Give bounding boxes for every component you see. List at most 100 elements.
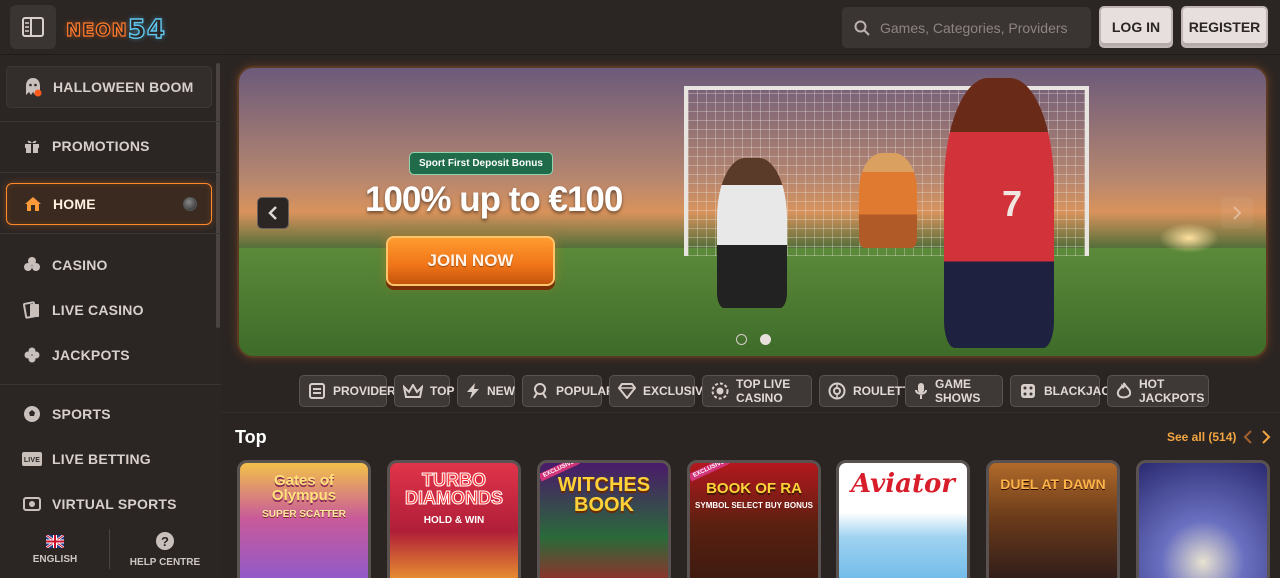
category-top[interactable]: TOP	[394, 375, 454, 407]
category-roulette[interactable]: ROULETTE	[819, 375, 918, 407]
sidebar-item-promotions[interactable]: PROMOTIONS	[6, 125, 212, 167]
logo-text: NEON	[65, 19, 128, 41]
game-title: BOOK OF RA	[706, 480, 802, 497]
search-icon	[854, 20, 870, 36]
live-icon: LIVE	[22, 449, 42, 469]
sidebar-item-label: LIVE BETTING	[52, 451, 151, 467]
category-label: NEW	[487, 384, 515, 398]
game-title: Gates of Olympus	[271, 472, 337, 504]
divider	[0, 233, 221, 234]
sidebar-footer: ENGLISH ? HELP CENTRE	[0, 521, 221, 578]
game-tile[interactable]: Gates of Olympus SUPER SCATTER	[237, 460, 371, 578]
sidebar: HALLOWEEN BOOM PROMOTIONS HOME CASINO LI…	[0, 55, 221, 578]
sidebar-item-casino[interactable]: CASINO	[6, 244, 212, 286]
category-game-shows[interactable]: GAME SHOWS	[905, 375, 1003, 407]
microphone-icon	[914, 382, 928, 400]
game-tile[interactable]: Aviator	[836, 460, 970, 578]
join-now-button[interactable]: JOIN NOW	[386, 236, 555, 286]
game-title: WITCHES BOOK	[557, 474, 651, 516]
sidebar-scrollbar[interactable]	[216, 63, 220, 328]
roulette-icon	[828, 382, 846, 400]
category-label: POPULAR	[556, 384, 615, 398]
chevron-left-icon	[268, 206, 277, 220]
see-all-link[interactable]: See all (514)	[1167, 430, 1236, 444]
banner-next-button[interactable]	[1221, 197, 1253, 229]
sidebar-item-halloween-boom[interactable]: HALLOWEEN BOOM	[6, 66, 212, 108]
category-top-live-casino[interactable]: TOP LIVE CASINO	[702, 375, 812, 407]
uk-flag-icon	[46, 534, 64, 548]
status-dot-icon	[183, 197, 197, 211]
sidebar-item-label: HOME	[53, 196, 96, 212]
category-label: GAME SHOWS	[935, 377, 981, 405]
category-label: TOP LIVE CASINO	[736, 377, 791, 405]
svg-text:LIVE: LIVE	[24, 457, 40, 464]
sidebar-item-sports[interactable]: SPORTS	[6, 393, 212, 435]
section-title: Top	[235, 427, 267, 447]
sidebar-item-live-betting[interactable]: LIVE LIVE BETTING	[6, 438, 212, 480]
virtual-icon	[22, 494, 42, 514]
logo-number: 54	[127, 14, 166, 45]
game-tile[interactable]: TURBO DIAMONDS HOLD & WIN	[387, 460, 521, 578]
home-icon	[23, 194, 43, 214]
sidebar-item-label: VIRTUAL SPORTS	[52, 496, 177, 512]
help-label: HELP CENTRE	[129, 557, 201, 568]
pagination-dot[interactable]	[736, 334, 747, 345]
sidebar-item-jackpots[interactable]: JACKPOTS	[6, 334, 212, 376]
soccer-ball-icon	[22, 404, 42, 424]
game-subtitle: SYMBOL SELECT BUY BONUS	[695, 501, 813, 510]
sidebar-item-label: CASINO	[52, 257, 108, 273]
game-tile[interactable]	[1136, 460, 1270, 578]
chevron-right-icon	[1233, 206, 1242, 220]
category-label: HOT JACKPOTS	[1139, 377, 1205, 405]
category-label: EXCLUSIVE	[643, 384, 712, 398]
site-logo[interactable]: NEON54	[65, 13, 166, 45]
popular-icon	[531, 383, 549, 399]
game-tile[interactable]: EXCLUSIVE WITCHES BOOK	[537, 460, 671, 578]
help-centre-link[interactable]: ? HELP CENTRE	[110, 521, 220, 578]
category-exclusive[interactable]: EXCLUSIVE	[609, 375, 711, 407]
sidebar-item-virtual-sports[interactable]: VIRTUAL SPORTS	[6, 483, 212, 525]
login-button[interactable]: LOG IN	[1099, 6, 1173, 48]
promo-banner[interactable]: 7 Sport First Deposit Bonus 100% up to €…	[237, 66, 1268, 358]
sidebar-item-label: JACKPOTS	[52, 347, 130, 363]
category-hot-jackpots[interactable]: HOT JACKPOTS	[1107, 375, 1209, 407]
game-tile[interactable]: EXCLUSIVE BOOK OF RA SYMBOL SELECT BUY B…	[687, 460, 821, 578]
flame-icon	[1116, 382, 1132, 400]
sidebar-item-label: LIVE CASINO	[52, 302, 144, 318]
language-label: ENGLISH	[32, 553, 78, 565]
sidebar-item-live-casino[interactable]: LIVE CASINO	[6, 289, 212, 331]
gift-icon	[22, 136, 42, 156]
live-cards-icon	[22, 300, 42, 320]
search-box[interactable]	[842, 7, 1091, 48]
divider	[0, 384, 221, 385]
sidebar-toggle-icon	[22, 17, 44, 37]
pagination-dot-active[interactable]	[760, 334, 771, 345]
banner-prev-button[interactable]	[257, 197, 289, 229]
game-title: DUEL AT DAWN	[1000, 476, 1106, 492]
banner-goalkeeper-figure	[859, 153, 917, 248]
game-tile[interactable]: DUEL AT DAWN	[986, 460, 1120, 578]
category-providers[interactable]: PROVIDERS	[299, 375, 404, 407]
chevron-right-icon	[1262, 430, 1271, 444]
carousel-prev-button[interactable]	[1243, 430, 1253, 448]
banner-referee-figure	[717, 158, 787, 308]
divider	[0, 172, 221, 173]
language-selector[interactable]: ENGLISH	[0, 521, 110, 578]
banner-pagination	[736, 334, 771, 345]
category-new[interactable]: NEW	[457, 375, 515, 407]
category-popular[interactable]: POPULAR	[522, 375, 615, 407]
exclusive-badge: EXCLUSIVE	[690, 463, 730, 482]
sidebar-item-home[interactable]: HOME	[6, 183, 212, 225]
category-blackjack[interactable]: BLACKJACK	[1010, 375, 1119, 407]
player-number: 7	[1002, 183, 1023, 224]
bonus-tag: Sport First Deposit Bonus	[409, 152, 553, 175]
game-subtitle: SUPER SCATTER	[262, 509, 346, 520]
crown-icon	[403, 384, 423, 398]
sidebar-item-label: HALLOWEEN BOOM	[53, 79, 194, 95]
carousel-next-button[interactable]	[1261, 430, 1271, 448]
search-input[interactable]	[880, 19, 1080, 36]
register-button[interactable]: REGISTER	[1181, 6, 1268, 48]
game-subtitle: HOLD & WIN	[423, 515, 485, 526]
sidebar-item-label: SPORTS	[52, 406, 111, 422]
sidebar-toggle-button[interactable]	[10, 5, 56, 49]
